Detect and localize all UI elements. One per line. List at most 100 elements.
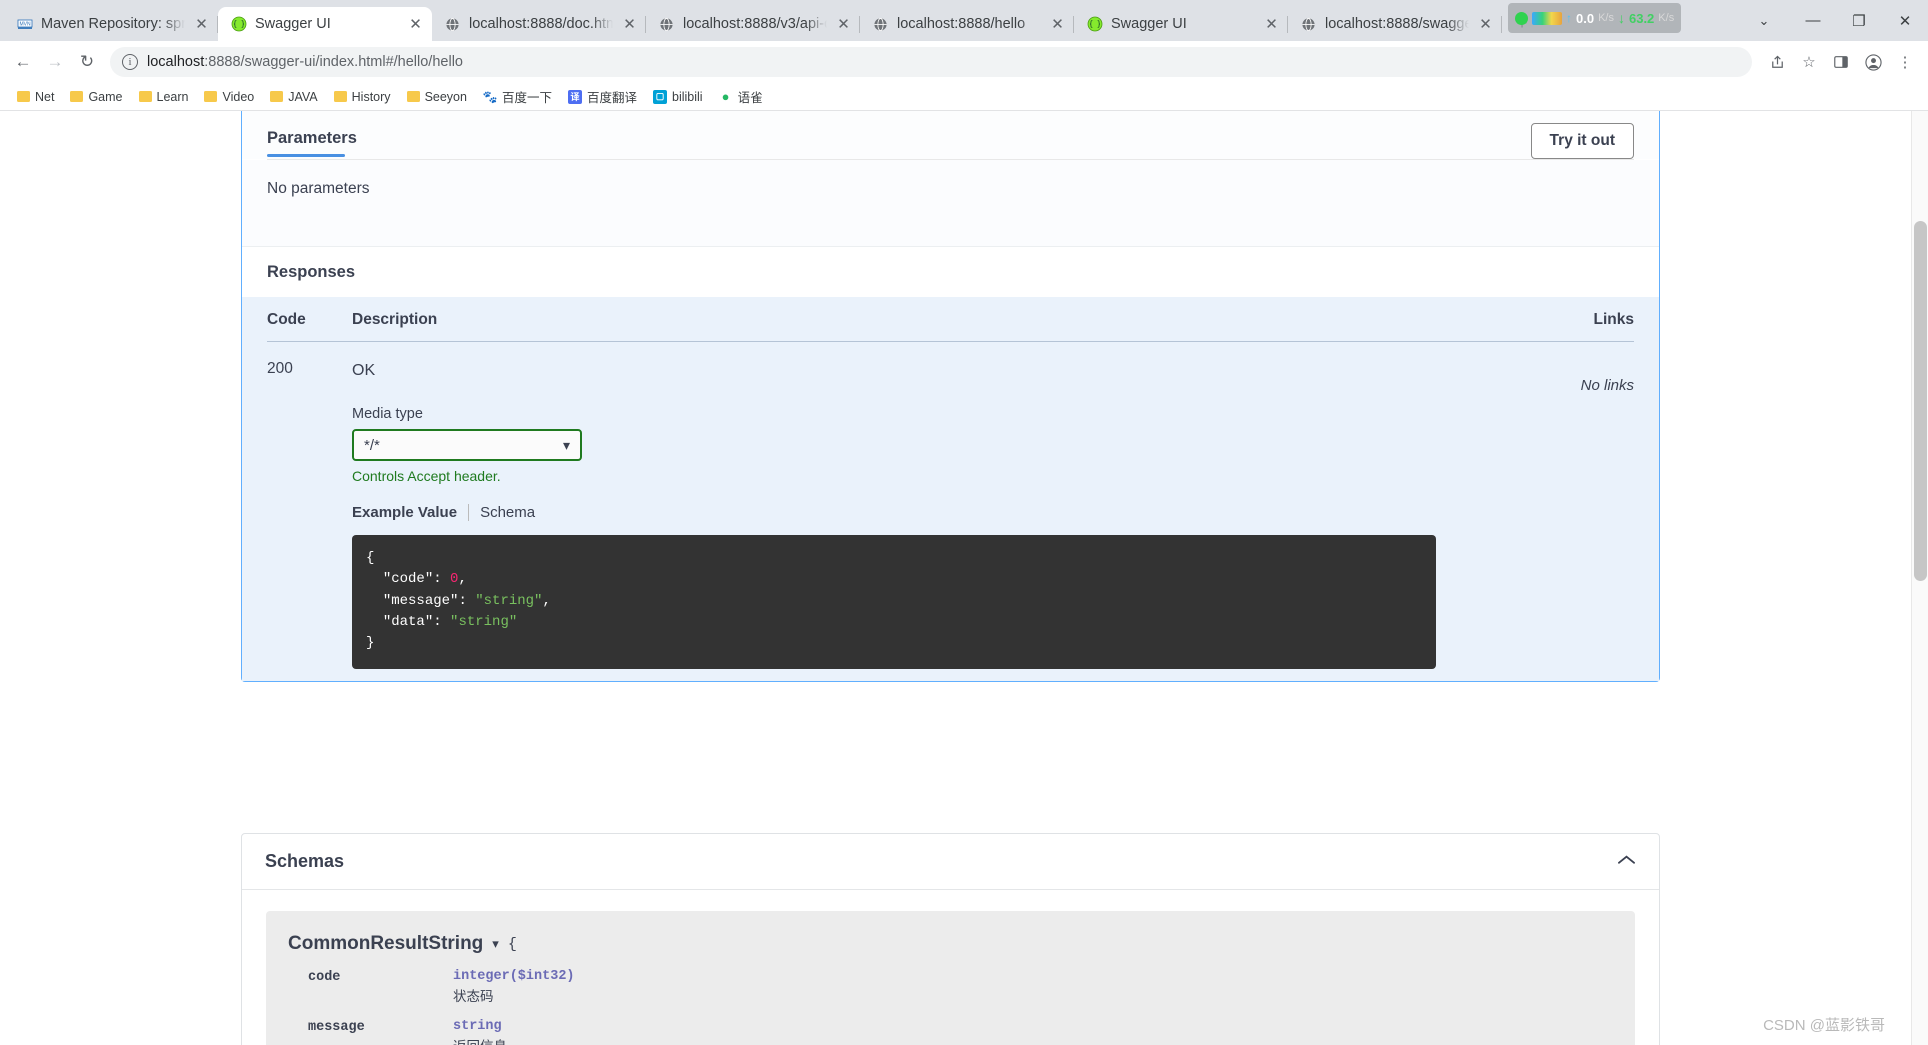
network-speed-widget[interactable]: ↑ 0.0 K/s ↓ 63.2 K/s <box>1508 3 1682 33</box>
property-detail: string 返回信息 <box>453 1019 507 1045</box>
bookmark-bilibili[interactable]: ▢ bilibili <box>646 87 710 107</box>
page-viewport: Parameters Try it out No parameters Resp… <box>0 111 1928 1045</box>
json-value-message: "string" <box>475 592 543 609</box>
browser-window: MVN Maven Repository: springdoc ✕ Swagge… <box>0 0 1928 1045</box>
property-type: integer($int32) <box>453 969 575 984</box>
profile-avatar-icon[interactable] <box>1858 47 1888 77</box>
try-it-out-button[interactable]: Try it out <box>1530 123 1634 159</box>
url-path: :8888/swagger-ui/index.html#/hello/hello <box>204 54 463 70</box>
translate-icon: 译 <box>567 89 582 104</box>
url-text: localhost:8888/swagger-ui/index.html#/he… <box>147 54 463 70</box>
yuque-icon: ● <box>721 89 730 104</box>
json-comma-1: , <box>542 592 551 609</box>
tab-title: localhost:8888/swagger-ui <box>1325 16 1469 32</box>
bookmark-learn[interactable]: Learn <box>132 87 196 107</box>
bookmark-label: 语雀 <box>737 91 763 105</box>
example-value-code-block[interactable]: { "code": 0, "message": "string", "data"… <box>352 535 1436 670</box>
swagger-icon <box>1086 16 1103 33</box>
close-icon[interactable]: ✕ <box>835 16 852 33</box>
bookmark-yuque[interactable]: ● 语雀 <box>712 84 770 109</box>
schemas-header[interactable]: Schemas <box>242 834 1659 890</box>
globe-icon <box>1300 16 1317 33</box>
tab-divider <box>468 504 470 521</box>
media-type-select-wrapper: */* ▾ <box>352 429 582 461</box>
close-icon[interactable]: ✕ <box>1263 16 1280 33</box>
tab-schema[interactable]: Schema <box>480 504 535 521</box>
close-icon[interactable]: ✕ <box>193 16 210 33</box>
tab-example-value[interactable]: Example Value <box>352 504 457 521</box>
folder-icon <box>138 91 152 102</box>
bookmark-label: Game <box>88 89 123 104</box>
bookmark-baidu-fanyi[interactable]: 译百度翻译 <box>561 84 644 109</box>
bookmark-label: JAVA <box>288 89 318 104</box>
maximize-button[interactable]: ❐ <box>1836 0 1882 41</box>
column-header-links: Links <box>1593 311 1634 328</box>
browser-tab-4[interactable]: localhost:8888/hello ✕ <box>860 7 1074 41</box>
model-property-code: code integer($int32) 状态码 <box>288 969 1613 1005</box>
tab-parameters[interactable]: Parameters <box>267 129 357 157</box>
property-description: 状态码 <box>453 989 494 1004</box>
globe-icon <box>658 16 675 33</box>
bookmark-label: bilibili <box>672 89 703 104</box>
download-value: 63.2 <box>1628 10 1655 26</box>
reload-button[interactable]: ↻ <box>72 47 102 77</box>
tab-title: Swagger UI <box>1111 16 1187 32</box>
globe-icon <box>872 16 889 33</box>
browser-tab-1[interactable]: Swagger UI ✕ <box>218 7 432 41</box>
responses-heading: Responses <box>242 246 1659 297</box>
close-icon[interactable]: ✕ <box>1049 16 1066 33</box>
bookmark-star-icon[interactable]: ☆ <box>1794 47 1824 77</box>
swagger-icon <box>230 16 247 33</box>
model-title-row[interactable]: CommonResultString ▾ { <box>288 933 1613 955</box>
browser-tab-5[interactable]: Swagger UI ✕ <box>1074 7 1288 41</box>
back-button[interactable]: ← <box>8 47 38 77</box>
model-name: CommonResultString <box>288 933 484 954</box>
chevron-down-icon[interactable]: ▾ <box>492 936 499 952</box>
bookmark-game[interactable]: Game <box>63 87 129 107</box>
bookmark-baidu[interactable]: 🐾 百度一下 <box>476 84 559 109</box>
tab-title: localhost:8888/doc.html <box>469 16 613 32</box>
folder-icon <box>333 91 347 102</box>
minimize-button[interactable]: — <box>1790 0 1836 41</box>
json-value-data: "string" <box>450 613 518 630</box>
baidu-icon: 🐾 <box>482 89 498 104</box>
upload-value: 0.0 <box>1576 10 1595 26</box>
browser-tab-6[interactable]: localhost:8888/swagger-ui ✕ <box>1288 7 1502 41</box>
close-icon[interactable]: ✕ <box>1477 16 1494 33</box>
globe-icon <box>444 16 461 33</box>
site-info-icon[interactable]: i <box>122 54 138 70</box>
bookmark-history[interactable]: History <box>327 87 398 107</box>
chevron-up-icon[interactable] <box>1617 853 1636 871</box>
schemas-panel: Schemas CommonResultString ▾ { code inte… <box>241 833 1660 1045</box>
json-key-data: "data" <box>382 613 434 630</box>
browser-menu-icon[interactable]: ⋮ <box>1890 47 1920 77</box>
model-property-message: message string 返回信息 <box>288 1019 1613 1045</box>
bookmark-seeyon[interactable]: Seeyon <box>400 87 474 107</box>
close-window-button[interactable]: ✕ <box>1882 0 1928 41</box>
upload-arrow-icon: ↑ <box>1566 11 1572 25</box>
folder-icon <box>270 91 284 102</box>
json-key-message: "message" <box>382 592 459 609</box>
scrollbar-thumb[interactable] <box>1914 221 1927 581</box>
property-name: message <box>308 1020 365 1035</box>
bookmark-net[interactable]: Net <box>10 87 61 107</box>
swagger-ui-content: Parameters Try it out No parameters Resp… <box>0 111 1911 1045</box>
browser-tab-0[interactable]: MVN Maven Repository: springdoc ✕ <box>4 7 218 41</box>
address-bar[interactable]: i localhost:8888/swagger-ui/index.html#/… <box>110 47 1752 77</box>
close-icon[interactable]: ✕ <box>621 16 638 33</box>
page-scrollbar[interactable] <box>1911 111 1928 1045</box>
forward-button[interactable]: → <box>40 47 70 77</box>
bookmark-java[interactable]: JAVA <box>263 87 324 107</box>
media-type-select[interactable]: */* <box>352 429 582 461</box>
bookmark-video[interactable]: Video <box>197 87 261 107</box>
close-icon[interactable]: ✕ <box>407 16 424 33</box>
tab-strip: MVN Maven Repository: springdoc ✕ Swagge… <box>0 0 1928 41</box>
browser-tab-2[interactable]: localhost:8888/doc.html ✕ <box>432 7 646 41</box>
svg-text:MVN: MVN <box>19 22 31 28</box>
model-open-brace: { <box>507 935 517 953</box>
tab-search-chevron-icon[interactable]: ⌄ <box>1738 0 1790 41</box>
browser-tab-3[interactable]: localhost:8888/v3/api-docs ✕ <box>646 7 860 41</box>
share-icon[interactable] <box>1762 47 1792 77</box>
side-panel-icon[interactable] <box>1826 47 1856 77</box>
bookmark-label: Video <box>222 89 255 104</box>
